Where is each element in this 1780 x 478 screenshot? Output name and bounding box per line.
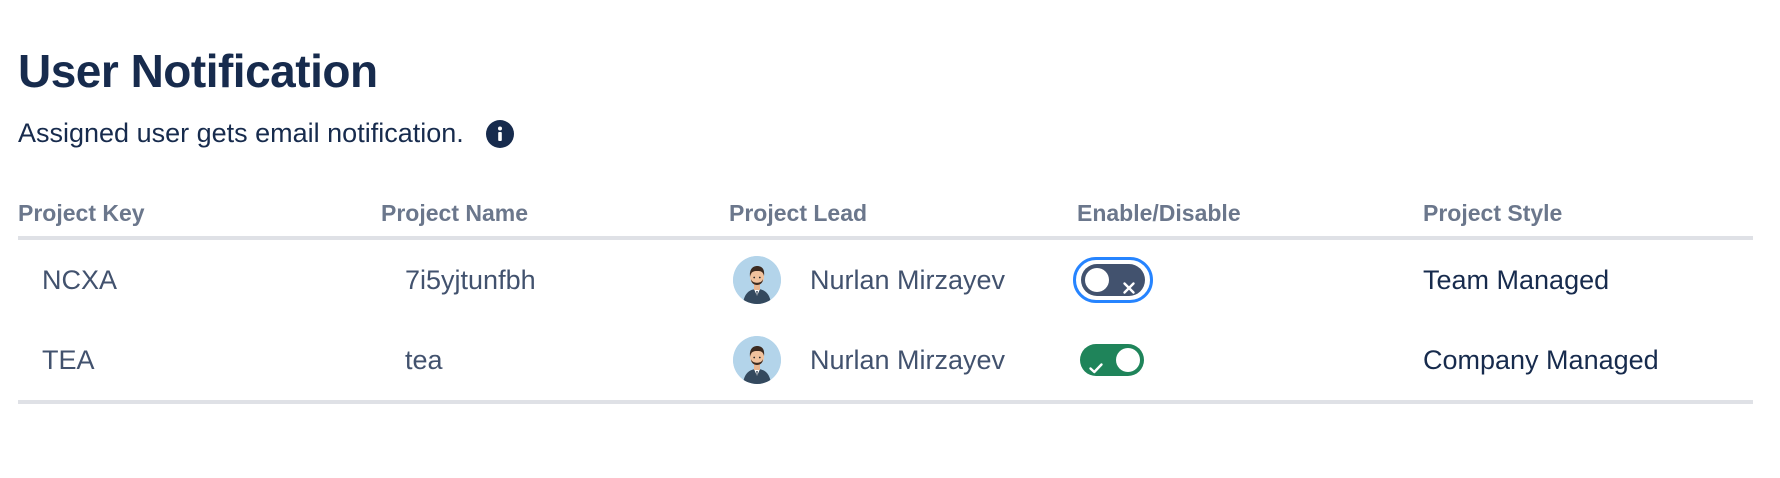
toggle-knob xyxy=(1116,348,1140,372)
column-header-project-lead: Project Lead xyxy=(729,200,868,226)
description-row: Assigned user gets email notification. xyxy=(18,118,514,149)
page-description: Assigned user gets email notification. xyxy=(18,118,464,148)
table-row: NCXA 7i5yjtunfbh Nurlan Mirzayev Team Ma… xyxy=(18,240,1753,320)
enable-toggle[interactable] xyxy=(1080,344,1144,376)
column-header-project-style: Project Style xyxy=(1423,200,1563,226)
project-lead: Nurlan Mirzayev xyxy=(733,320,1005,400)
project-name: 7i5yjtunfbh xyxy=(405,264,536,295)
column-header-project-key: Project Key xyxy=(18,200,145,226)
enable-toggle-cell xyxy=(1080,320,1144,400)
project-style: Company Managed xyxy=(1423,344,1659,375)
projects-table: Project Key Project Name Project Lead En… xyxy=(18,192,1753,404)
project-key: TEA xyxy=(42,344,95,375)
toggle-knob xyxy=(1085,268,1109,292)
project-key: NCXA xyxy=(42,264,118,295)
check-icon xyxy=(1088,352,1104,374)
project-lead: Nurlan Mirzayev xyxy=(733,240,1005,320)
info-icon[interactable] xyxy=(485,119,514,148)
table-header: Project Key Project Name Project Lead En… xyxy=(18,192,1753,240)
page-title: User Notification xyxy=(18,45,378,97)
table-body: NCXA 7i5yjtunfbh Nurlan Mirzayev Team Ma… xyxy=(18,240,1753,404)
table-row: TEA tea Nurlan Mirzayev Company Managed xyxy=(18,320,1753,400)
avatar xyxy=(733,336,781,384)
project-lead-name: Nurlan Mirzayev xyxy=(810,264,1006,295)
column-header-enable-disable: Enable/Disable xyxy=(1077,200,1241,226)
avatar xyxy=(733,256,781,304)
project-name: tea xyxy=(405,344,443,375)
enable-toggle[interactable] xyxy=(1081,264,1145,296)
column-header-project-name: Project Name xyxy=(381,200,529,226)
close-icon xyxy=(1121,272,1137,294)
enable-toggle-cell xyxy=(1073,240,1153,320)
user-notification-page: User Notification Assigned user gets ema… xyxy=(0,0,1780,478)
project-lead-name: Nurlan Mirzayev xyxy=(810,344,1006,375)
project-style: Team Managed xyxy=(1423,264,1610,295)
toggle-focus-ring xyxy=(1073,257,1153,303)
